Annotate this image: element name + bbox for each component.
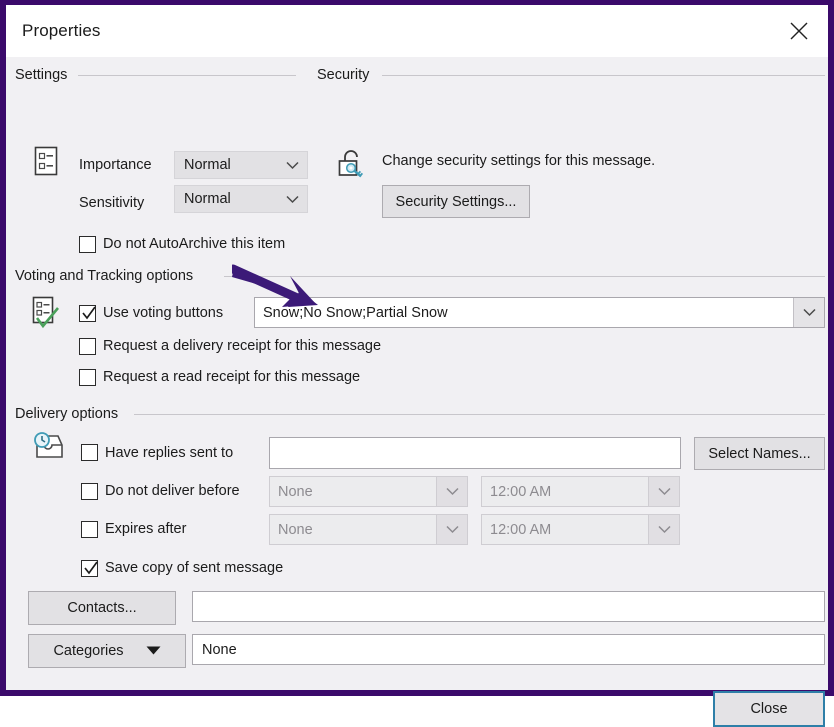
read-receipt-checkbox[interactable] <box>79 369 96 386</box>
do-not-deliver-before-date-value: None <box>278 483 313 500</box>
security-settings-button[interactable]: Security Settings... <box>382 185 530 218</box>
dialog-body: Settings Importance Normal Sensitivity N… <box>6 57 828 727</box>
expires-after-checkbox[interactable] <box>81 521 98 538</box>
categories-button-label: Categories <box>53 643 124 659</box>
settings-group-rule <box>78 75 296 76</box>
properties-dialog: Properties Settings Importance Normal Se… <box>0 0 834 727</box>
voting-group-rule <box>224 276 825 277</box>
do-not-deliver-before-label: Do not deliver before <box>105 483 240 499</box>
contacts-button[interactable]: Contacts... <box>28 591 176 625</box>
save-copy-checkbox[interactable] <box>81 560 98 577</box>
security-group-label: Security <box>317 67 370 83</box>
categories-button[interactable]: Categories <box>28 634 186 668</box>
chevron-down-icon <box>277 195 307 204</box>
voting-group-label: Voting and Tracking options <box>15 268 194 284</box>
voting-buttons-combo[interactable]: Snow;No Snow;Partial Snow <box>254 297 825 328</box>
have-replies-sent-to-checkbox[interactable] <box>81 444 98 461</box>
security-group-rule <box>382 75 825 76</box>
do-not-deliver-before-time-value: 12:00 AM <box>490 483 552 500</box>
close-button[interactable]: Close <box>713 691 825 727</box>
padlock-key-icon <box>334 147 368 186</box>
autoarchive-label: Do not AutoArchive this item <box>103 236 286 252</box>
expires-after-date-value: None <box>278 521 313 538</box>
chevron-down-icon[interactable] <box>793 298 824 327</box>
chevron-down-icon[interactable] <box>436 477 467 506</box>
have-replies-sent-to-label: Have replies sent to <box>105 445 234 461</box>
expires-after-time-combo[interactable]: 12:00 AM <box>481 514 680 545</box>
voting-clipboard-check-icon <box>31 295 61 334</box>
chevron-down-icon[interactable] <box>648 515 679 544</box>
expires-after-time-value: 12:00 AM <box>490 521 552 538</box>
sensitivity-value: Normal <box>184 191 231 207</box>
chevron-down-icon <box>277 161 307 170</box>
read-receipt-label: Request a read receipt for this message <box>103 369 361 385</box>
triangle-down-icon <box>146 643 161 659</box>
save-copy-label: Save copy of sent message <box>105 560 284 576</box>
use-voting-buttons-label: Use voting buttons <box>103 305 224 321</box>
chevron-down-icon[interactable] <box>648 477 679 506</box>
title-bar: Properties <box>6 5 828 57</box>
importance-label: Importance <box>79 157 152 173</box>
delivery-group-rule <box>134 414 825 415</box>
delivery-group-label: Delivery options <box>15 406 119 422</box>
contacts-input[interactable] <box>192 591 825 622</box>
expires-after-date-combo[interactable]: None <box>269 514 468 545</box>
sensitivity-combo[interactable]: Normal <box>174 185 308 213</box>
settings-group-label: Settings <box>15 67 68 83</box>
autoarchive-checkbox[interactable] <box>79 236 96 253</box>
do-not-deliver-before-time-combo[interactable]: 12:00 AM <box>481 476 680 507</box>
properties-list-icon <box>33 145 59 182</box>
importance-value: Normal <box>184 157 231 173</box>
select-names-button[interactable]: Select Names... <box>694 437 825 470</box>
categories-input[interactable]: None <box>192 634 825 665</box>
have-replies-sent-to-input[interactable] <box>269 437 681 469</box>
window-title: Properties <box>22 21 101 40</box>
security-description: Change security settings for this messag… <box>382 153 656 169</box>
do-not-deliver-before-date-combo[interactable]: None <box>269 476 468 507</box>
chevron-down-icon[interactable] <box>436 515 467 544</box>
voting-buttons-value: Snow;No Snow;Partial Snow <box>263 304 448 321</box>
importance-combo[interactable]: Normal <box>174 151 308 179</box>
sensitivity-label: Sensitivity <box>79 195 145 211</box>
use-voting-buttons-checkbox[interactable] <box>79 305 96 322</box>
delivery-receipt-label: Request a delivery receipt for this mess… <box>103 338 382 354</box>
clock-inbox-icon <box>31 431 65 468</box>
expires-after-label: Expires after <box>105 521 187 537</box>
close-icon[interactable] <box>776 5 822 57</box>
do-not-deliver-before-checkbox[interactable] <box>81 483 98 500</box>
delivery-receipt-checkbox[interactable] <box>79 338 96 355</box>
